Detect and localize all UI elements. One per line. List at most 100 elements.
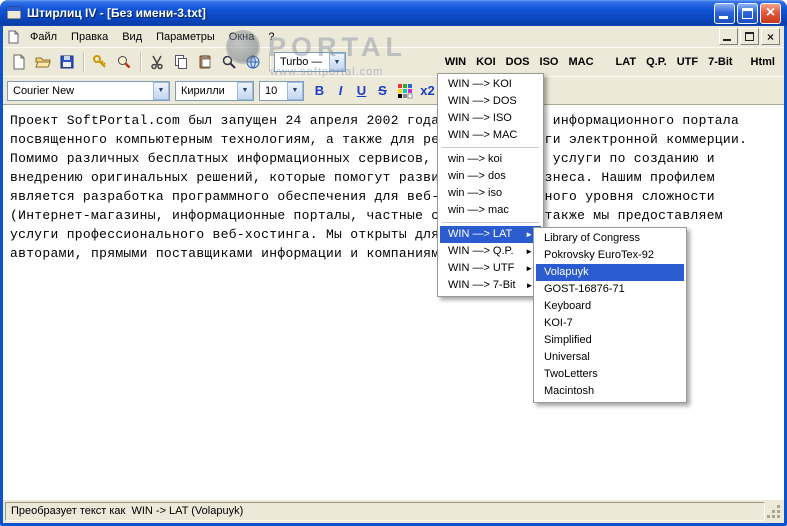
font-value: Courier New (13, 84, 75, 97)
editor-line: Помимо различных бесплатных информационн… (10, 151, 715, 166)
chevron-down-icon[interactable] (153, 81, 169, 100)
target-7bit-button[interactable]: 7-Bit (703, 52, 737, 72)
close-button[interactable] (760, 2, 781, 24)
encoding-buttons: WIN KOI DOS ISO MAC LAT Q.P. UTF 7-Bit H… (440, 52, 780, 72)
menu-item-win-mac[interactable]: WIN —> MAC (440, 127, 541, 144)
menu-help[interactable]: ? (261, 28, 281, 46)
color-palette-icon (398, 83, 413, 98)
main-toolbar: Turbo — WIN KOI DOS ISO MAC LAT Q.P. UTF… (3, 47, 784, 76)
menu-item-win-iso[interactable]: WIN —> ISO (440, 110, 541, 127)
menu-item-win-iso-lower[interactable]: win —> iso (440, 185, 541, 202)
new-document-button[interactable] (7, 51, 31, 74)
menubar: Файл Правка Вид Параметры Окна ? (3, 26, 784, 47)
titlebar: Штирлиц IV - [Без имени-3.txt] (0, 0, 787, 26)
menu-item-win-mac-lower[interactable]: win —> mac (440, 202, 541, 219)
mdi-restore-button[interactable] (740, 28, 759, 45)
editor-line: является разработка программного обеспеч… (10, 189, 715, 204)
menu-item-win-lat[interactable]: WIN —> LAT (440, 226, 541, 243)
encoding-win-button[interactable]: WIN (440, 52, 471, 72)
menu-item-win-dos[interactable]: WIN —> DOS (440, 93, 541, 110)
submenu-item-pokrovsky[interactable]: Pokrovsky EuroTex-92 (536, 247, 684, 264)
submenu-item-twoletters[interactable]: TwoLetters (536, 366, 684, 383)
menu-view[interactable]: Вид (115, 28, 149, 46)
new-document-icon (13, 54, 25, 70)
open-file-button[interactable] (31, 51, 55, 74)
web-button[interactable] (241, 51, 265, 74)
italic-button[interactable]: I (330, 80, 351, 101)
submenu-arrow-icon (515, 243, 533, 260)
window-title: Штирлиц IV - [Без имени-3.txt] (27, 6, 206, 20)
charset-combobox[interactable]: Кирилли (175, 80, 254, 101)
chevron-down-icon[interactable] (287, 81, 303, 100)
submenu-item-koi7[interactable]: KOI-7 (536, 315, 684, 332)
key-button[interactable] (88, 51, 112, 74)
submenu-arrow-icon (516, 277, 534, 294)
bold-button[interactable]: B (309, 80, 330, 101)
submenu-item-volapuyk[interactable]: Volapuyk (536, 264, 684, 281)
menu-item-win-utf[interactable]: WIN —> UTF (440, 260, 541, 277)
chevron-down-icon[interactable] (329, 53, 345, 71)
key-icon (93, 55, 106, 68)
app-icon (6, 5, 22, 21)
app-window: Штирлиц IV - [Без имени-3.txt] Файл Прав… (0, 0, 787, 526)
menu-file[interactable]: Файл (23, 28, 64, 46)
save-button[interactable] (55, 51, 79, 74)
toolbar-separator (140, 52, 141, 72)
menu-options[interactable]: Параметры (149, 28, 222, 46)
paste-button[interactable] (193, 51, 217, 74)
minimize-icon (719, 15, 728, 19)
find-button[interactable] (112, 51, 136, 74)
menu-item-win-koi[interactable]: WIN —> KOI (440, 76, 541, 93)
submenu-item-library-of-congress[interactable]: Library of Congress (536, 230, 684, 247)
editor-line: посвященного компьютерным технологиям, а… (10, 132, 748, 147)
target-qp-button[interactable]: Q.P. (641, 52, 672, 72)
zoom-button[interactable] (217, 51, 241, 74)
toolbar-separator (269, 52, 270, 72)
win-dropdown-menu: WIN —> KOI WIN —> DOS WIN —> ISO WIN —> … (437, 73, 544, 297)
submenu-arrow-icon (515, 260, 533, 277)
submenu-item-universal[interactable]: Universal (536, 349, 684, 366)
maximize-button[interactable] (737, 2, 758, 24)
editor-line: (Интернет-магазины, информационные порта… (10, 208, 723, 223)
zoom-magnifier-icon (222, 55, 236, 69)
submenu-item-simplified[interactable]: Simplified (536, 332, 684, 349)
menu-item-win-dos-lower[interactable]: win —> dos (440, 168, 541, 185)
menu-windows[interactable]: Окна (222, 28, 262, 46)
turbo-value: Turbo — (280, 56, 323, 68)
submenu-item-gost[interactable]: GOST-16876-71 (536, 281, 684, 298)
chevron-down-icon[interactable] (237, 81, 253, 100)
paste-clipboard-icon (199, 55, 211, 69)
mdi-minimize-button[interactable] (719, 28, 738, 45)
font-combobox[interactable]: Courier New (7, 80, 170, 101)
font-size-combobox[interactable]: 10 (259, 80, 304, 101)
submenu-arrow-icon (515, 226, 533, 243)
target-lat-button[interactable]: LAT (611, 52, 642, 72)
mdi-close-button[interactable] (761, 28, 780, 45)
menu-item-win-koi-lower[interactable]: win —> koi (440, 151, 541, 168)
submenu-item-keyboard[interactable]: Keyboard (536, 298, 684, 315)
cut-button[interactable] (145, 51, 169, 74)
submenu-item-macintosh[interactable]: Macintosh (536, 383, 684, 400)
encoding-iso-button[interactable]: ISO (535, 52, 564, 72)
toolbar-separator (83, 52, 84, 72)
underline-button[interactable]: U (351, 80, 372, 101)
encoding-dos-button[interactable]: DOS (501, 52, 535, 72)
strikethrough-button[interactable]: S (372, 80, 393, 101)
charset-value: Кирилли (181, 84, 225, 97)
menu-item-win-qp[interactable]: WIN —> Q.P. (440, 243, 541, 260)
superscript-button[interactable]: x2 (417, 80, 438, 101)
target-html-button[interactable]: Html (746, 52, 780, 72)
caption-buttons (714, 2, 781, 24)
target-utf-button[interactable]: UTF (672, 52, 703, 72)
encoding-mac-button[interactable]: MAC (563, 52, 598, 72)
menu-edit[interactable]: Правка (64, 28, 115, 46)
font-color-button[interactable] (393, 79, 417, 102)
menu-item-win-7bit[interactable]: WIN —> 7-Bit (440, 277, 541, 294)
minimize-button[interactable] (714, 2, 735, 24)
copy-button[interactable] (169, 51, 193, 74)
open-folder-icon (35, 57, 51, 68)
encoding-koi-button[interactable]: KOI (471, 52, 501, 72)
editor-line: внедрению оригинальных решений, которые … (10, 170, 715, 185)
turbo-combobox[interactable]: Turbo — (274, 52, 346, 72)
resize-grip[interactable] (767, 503, 782, 520)
